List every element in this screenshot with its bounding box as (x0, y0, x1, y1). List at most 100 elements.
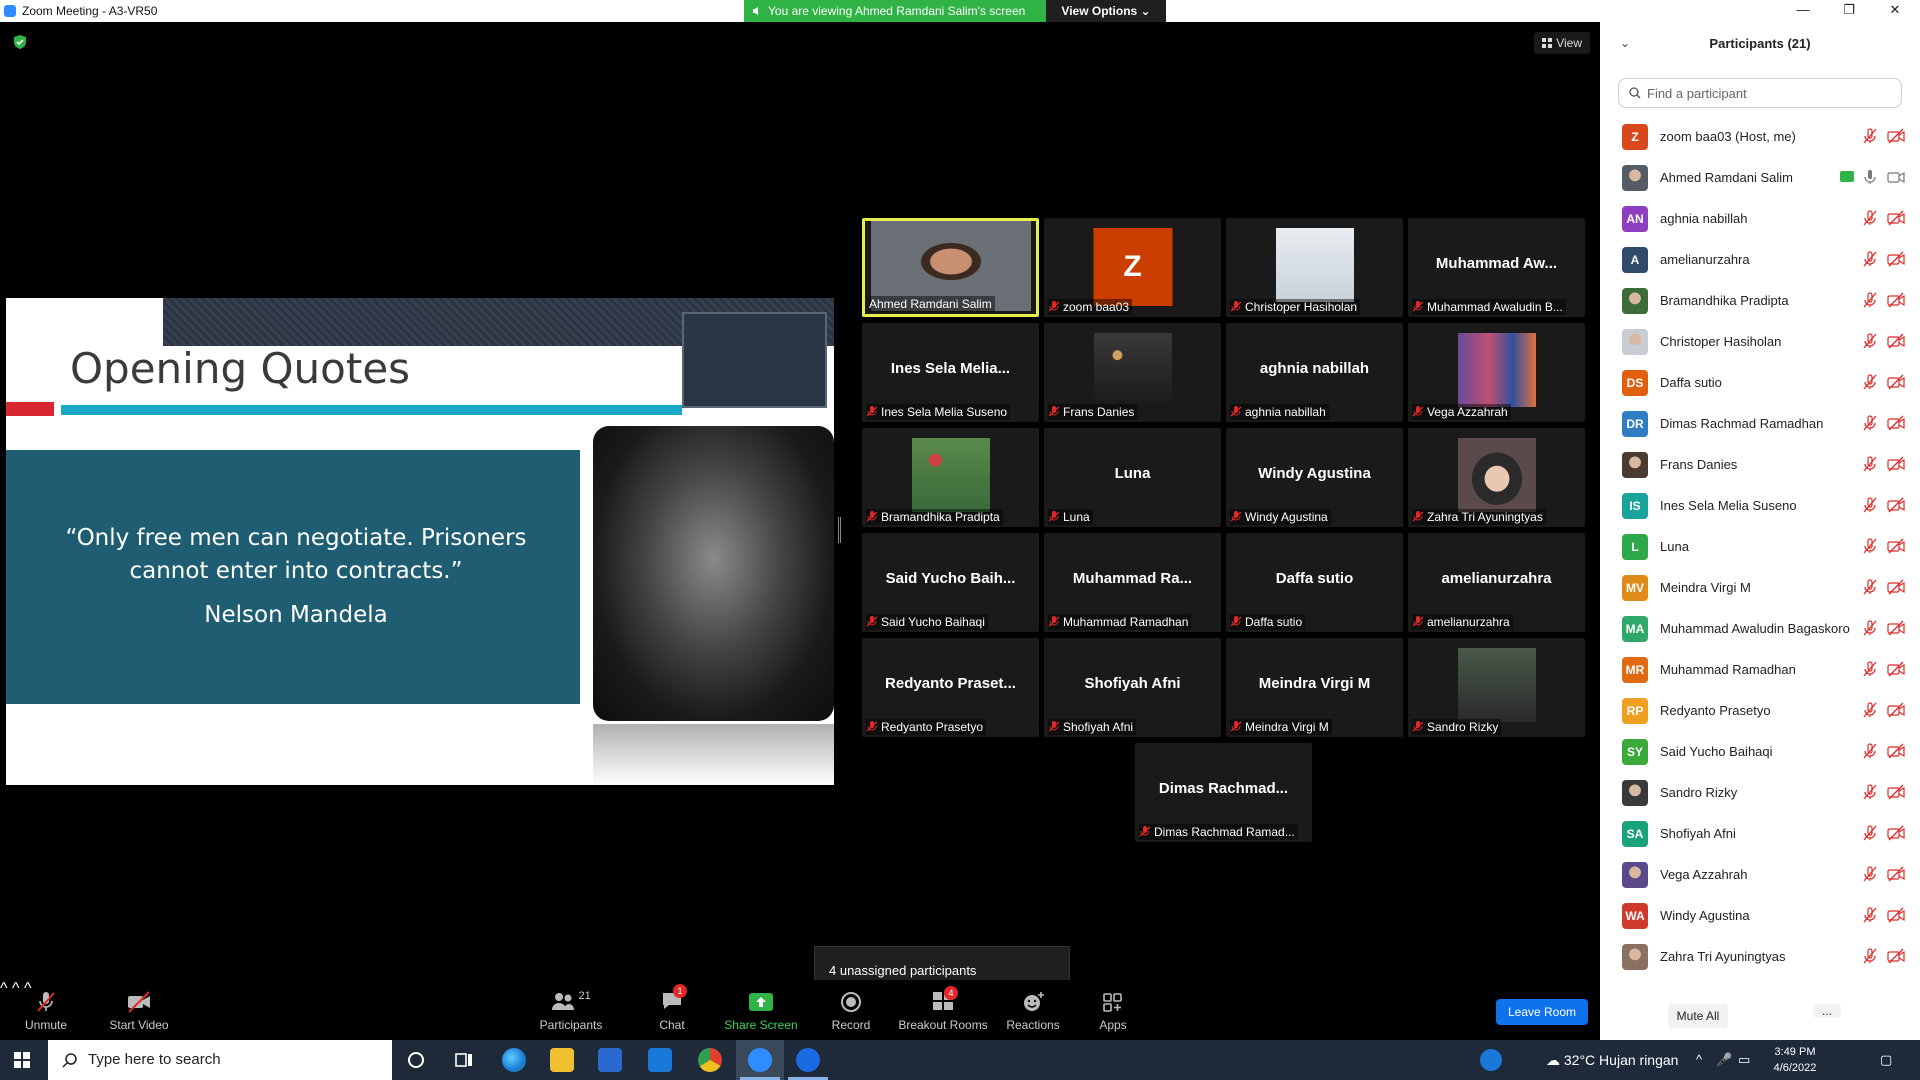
participant-row[interactable]: Sandro Rizky (1600, 772, 1920, 813)
notifications-icon[interactable]: ▢ (1880, 1052, 1892, 1068)
camera-off-icon[interactable] (1887, 292, 1905, 308)
mic-muted-icon[interactable] (1862, 128, 1878, 144)
camera-off-icon[interactable] (1887, 743, 1905, 759)
mic-muted-icon[interactable] (1862, 210, 1878, 226)
participant-row[interactable]: DS Daffa sutio (1600, 362, 1920, 403)
share-screen-button[interactable]: Share Screen (724, 990, 798, 1032)
camera-off-icon[interactable] (1887, 128, 1905, 144)
participant-row[interactable]: AN aghnia nabillah (1600, 198, 1920, 239)
more-options-button[interactable]: ... (1813, 1004, 1841, 1018)
microphone-tray-icon[interactable]: 🎤 (1716, 1052, 1732, 1068)
participant-row[interactable]: Christoper Hasiholan (1600, 321, 1920, 362)
camera-off-icon[interactable] (1887, 251, 1905, 267)
participant-row[interactable]: RP Redyanto Prasetyo (1600, 690, 1920, 731)
camera-off-icon[interactable] (1887, 948, 1905, 964)
taskbar-search-input[interactable]: Type here to search (48, 1040, 392, 1080)
network-icon[interactable]: ▭ (1738, 1052, 1750, 1068)
minimize-button[interactable]: — (1780, 0, 1826, 22)
participant-row[interactable]: WA Windy Agustina (1600, 895, 1920, 936)
breakout-rooms-button[interactable]: 4 Breakout Rooms (898, 986, 988, 1032)
participant-row[interactable]: DR Dimas Rachmad Ramadhan (1600, 403, 1920, 444)
mic-muted-icon[interactable] (1862, 907, 1878, 923)
mic-muted-icon[interactable] (1862, 456, 1878, 472)
store-icon[interactable] (598, 1048, 622, 1072)
video-tile[interactable]: Ahmed Ramdani Salim (862, 218, 1039, 317)
record-button[interactable]: Record (828, 990, 874, 1032)
camera-icon[interactable] (1887, 169, 1905, 185)
participant-row[interactable]: Ahmed Ramdani Salim (1600, 157, 1920, 198)
task-view-icon[interactable] (452, 1048, 476, 1072)
video-tile[interactable]: Dimas Rachmad... Dimas Rachmad Ramad... (1135, 743, 1312, 842)
maximize-button[interactable]: ❐ (1826, 0, 1872, 22)
video-tile[interactable]: Frans Danies (1044, 323, 1221, 422)
video-tile[interactable]: amelianurzahra amelianurzahra (1408, 533, 1585, 632)
participants-button[interactable]: 21 Participants (536, 990, 606, 1032)
participant-row[interactable]: Aamelianurzahra (1600, 239, 1920, 280)
mic-muted-icon[interactable] (1862, 948, 1878, 964)
leave-room-button[interactable]: Leave Room (1496, 999, 1588, 1025)
mic-muted-icon[interactable] (1862, 661, 1878, 677)
mic-muted-icon[interactable] (1862, 251, 1878, 267)
close-button[interactable]: ✕ (1872, 0, 1918, 22)
video-tile[interactable]: Ines Sela Melia... Ines Sela Melia Suseno (862, 323, 1039, 422)
camera-off-icon[interactable] (1887, 661, 1905, 677)
participant-row[interactable]: Bramandhika Pradipta (1600, 280, 1920, 321)
camera-off-icon[interactable] (1887, 456, 1905, 472)
teamviewer-icon[interactable] (796, 1048, 820, 1072)
splitter-handle[interactable] (838, 517, 841, 543)
camera-off-icon[interactable] (1887, 702, 1905, 718)
camera-off-icon[interactable] (1887, 866, 1905, 882)
apps-button[interactable]: Apps (1098, 990, 1128, 1032)
view-options-button[interactable]: View Options ⌄ (1046, 0, 1166, 22)
camera-off-icon[interactable] (1887, 620, 1905, 636)
video-tile[interactable]: Windy Agustina Windy Agustina (1226, 428, 1403, 527)
participant-row[interactable]: Vega Azzahrah (1600, 854, 1920, 895)
participant-row[interactable]: MA Muhammad Awaludin Bagaskoro (1600, 608, 1920, 649)
mic-muted-icon[interactable] (1862, 538, 1878, 554)
mic-muted-icon[interactable] (1862, 784, 1878, 800)
camera-off-icon[interactable] (1887, 415, 1905, 431)
participant-row[interactable]: Zzoom baa03 (Host, me) (1600, 116, 1920, 157)
video-tile[interactable]: Zahra Tri Ayuningtyas (1408, 428, 1585, 527)
camera-off-icon[interactable] (1887, 907, 1905, 923)
video-tile[interactable]: Said Yucho Baih... Said Yucho Baihaqi (862, 533, 1039, 632)
video-tile[interactable]: Redyanto Praset... Redyanto Prasetyo (862, 638, 1039, 737)
mute-all-button[interactable]: Mute All (1668, 1004, 1728, 1028)
reactions-button[interactable]: Reactions (1006, 990, 1060, 1032)
participant-row[interactable]: Zahra Tri Ayuningtyas (1600, 936, 1920, 977)
participant-search-input[interactable]: Find a participant (1618, 78, 1902, 108)
cortana-icon[interactable] (404, 1048, 428, 1072)
mic-muted-icon[interactable] (1862, 374, 1878, 390)
video-tile[interactable]: Daffa sutio Daffa sutio (1226, 533, 1403, 632)
mic-muted-icon[interactable] (1862, 333, 1878, 349)
camera-off-icon[interactable] (1887, 333, 1905, 349)
windows-start-icon[interactable] (14, 1052, 30, 1068)
help-icon[interactable] (1480, 1049, 1502, 1071)
chrome-icon[interactable] (698, 1048, 722, 1072)
tray-chevron-icon[interactable]: ^ (1696, 1052, 1702, 1067)
participant-row[interactable]: SA Shofiyah Afni (1600, 813, 1920, 854)
camera-off-icon[interactable] (1887, 784, 1905, 800)
video-tile[interactable]: Muhammad Aw... Muhammad Awaludin B... (1408, 218, 1585, 317)
taskbar-clock[interactable]: 3:49 PM 4/6/2022 (1760, 1044, 1830, 1076)
mic-muted-icon[interactable] (1862, 702, 1878, 718)
unmute-button[interactable]: Unmute (18, 990, 74, 1032)
file-explorer-icon[interactable] (550, 1048, 574, 1072)
video-tile[interactable]: Luna Luna (1044, 428, 1221, 527)
participant-row[interactable]: Frans Danies (1600, 444, 1920, 485)
camera-off-icon[interactable] (1887, 497, 1905, 513)
mic-muted-icon[interactable] (1862, 825, 1878, 841)
video-tile[interactable]: Sandro Rizky (1408, 638, 1585, 737)
audio-options-caret[interactable]: ^ (0, 980, 8, 997)
mic-muted-icon[interactable] (1862, 497, 1878, 513)
encryption-shield-icon[interactable] (12, 34, 28, 50)
video-tile[interactable]: Zzoom baa03 (1044, 218, 1221, 317)
participant-row[interactable]: MR Muhammad Ramadhan (1600, 649, 1920, 690)
view-layout-button[interactable]: View (1534, 32, 1590, 54)
chat-button[interactable]: 1 Chat (652, 984, 692, 1032)
mic-muted-icon[interactable] (1862, 415, 1878, 431)
mic-muted-icon[interactable] (1862, 292, 1878, 308)
video-tile[interactable]: Meindra Virgi M Meindra Virgi M (1226, 638, 1403, 737)
weather-widget[interactable]: ☁ 32°C Hujan ringan (1546, 1052, 1678, 1069)
start-video-button[interactable]: Start Video (104, 990, 174, 1032)
